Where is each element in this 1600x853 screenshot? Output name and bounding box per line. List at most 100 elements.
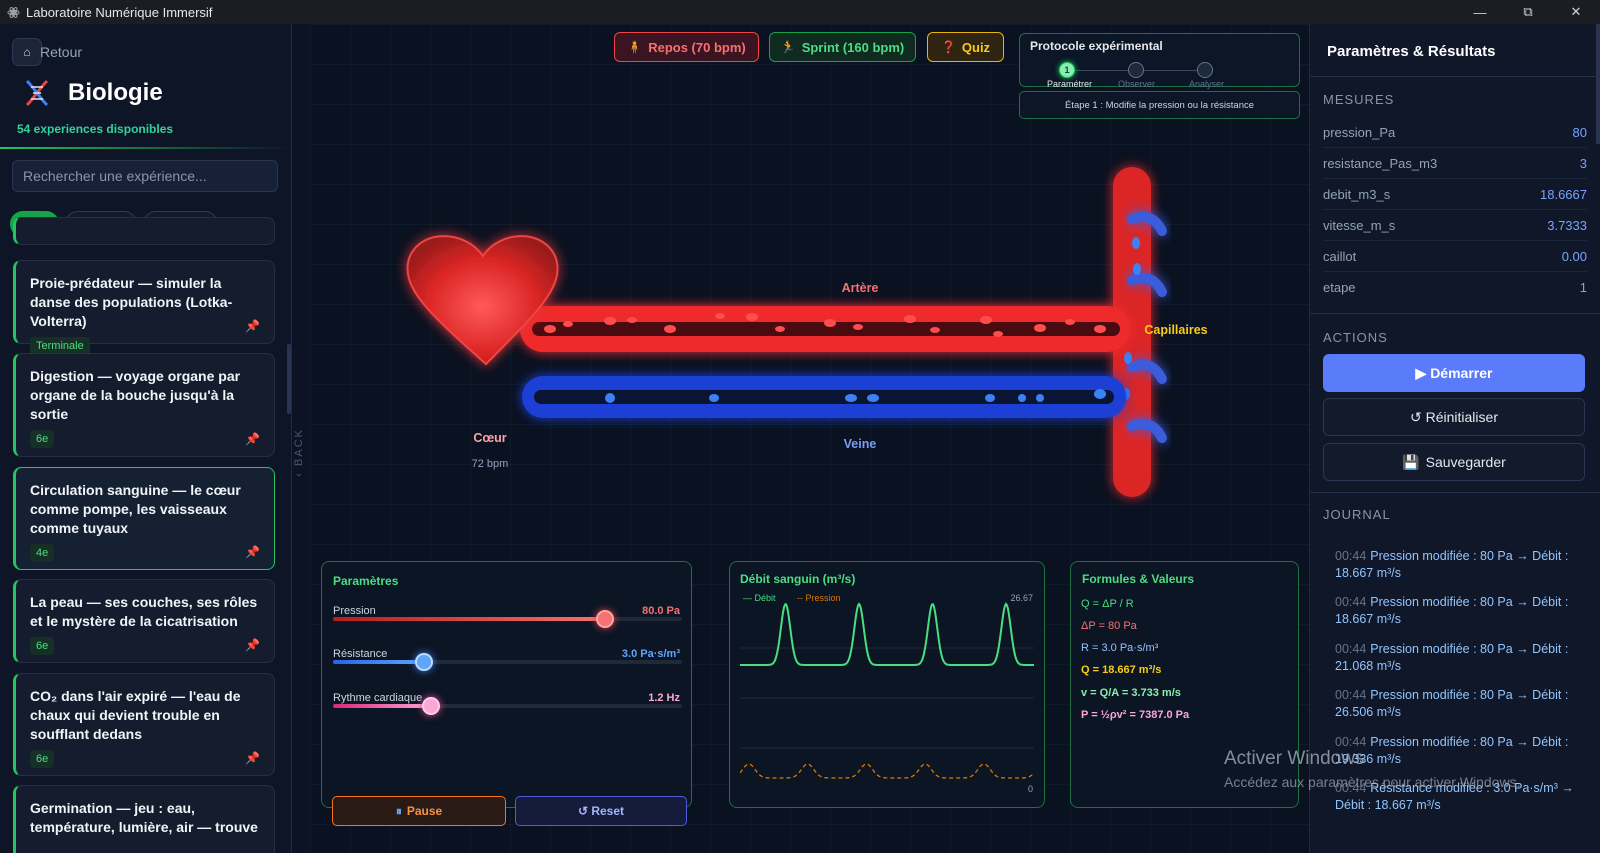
journal-entry: 00:44 Pression modifiée : 80 Pa → Débit :… xyxy=(1335,594,1575,628)
save-button[interactable]: 💾 Sauvegarder xyxy=(1323,443,1585,481)
scrollbar[interactable] xyxy=(287,344,291,414)
list-item[interactable] xyxy=(13,217,275,245)
rhythm-value: 1.2 Hz xyxy=(648,692,680,704)
rhythm-handle[interactable] xyxy=(421,697,440,715)
pressure-handle[interactable] xyxy=(596,610,615,628)
pressure-slider[interactable] xyxy=(333,610,682,628)
measure-row: debit_m3_s 18.6667 xyxy=(1323,179,1587,210)
window-title: Laboratoire Numérique Immersif xyxy=(26,4,213,20)
experiment-title: Digestion — voyage organe par organe de … xyxy=(30,368,241,422)
sidebar: ⌂ Retour Biologie 54 experiences disponi… xyxy=(0,24,292,853)
reset-button[interactable]: ↺ Reset xyxy=(515,796,687,826)
pin-icon[interactable]: 📌 xyxy=(245,751,260,765)
experiment-title: Germination — jeu : eau, température, lu… xyxy=(30,800,258,835)
step-1-dot[interactable]: 1 xyxy=(1059,62,1075,78)
quiz-label: Quiz xyxy=(961,39,991,55)
rest-mode-button[interactable]: 🧍 Repos (70 bpm) xyxy=(614,32,759,62)
formula-line: R = 3.0 Pa·s/m³ xyxy=(1081,642,1159,654)
reinitialize-button[interactable]: ↺ Réinitialiser xyxy=(1323,398,1585,436)
step-1-label: Paramétrer xyxy=(1047,79,1093,89)
maximize-button[interactable]: ⧉ xyxy=(1504,0,1552,24)
formula-line: Q = ΔP / R xyxy=(1081,598,1134,610)
pressure-label: Pression xyxy=(333,605,376,617)
experiment-title: Proie-prédateur — simuler la danse des p… xyxy=(30,275,233,329)
close-button[interactable]: ✕ xyxy=(1552,0,1600,24)
collapse-sidebar-tab[interactable]: ‹ BACK xyxy=(292,24,310,853)
formula-line: P = ½ρv² = 7387.0 Pa xyxy=(1081,709,1190,721)
divider xyxy=(1310,313,1600,314)
pressure-fill xyxy=(333,617,606,621)
pin-icon[interactable]: 📌 xyxy=(245,319,260,333)
list-item-selected[interactable]: Circulation sanguine — le cœur comme pom… xyxy=(13,467,275,570)
resistance-slider[interactable] xyxy=(333,653,682,671)
list-item[interactable]: Digestion — voyage organe par organe de … xyxy=(13,353,275,457)
step-3-dot[interactable] xyxy=(1197,62,1213,78)
journal-text: Pression modifiée : 80 Pa → Débit : 21.0… xyxy=(1335,642,1569,673)
measures-header: MESURES xyxy=(1323,92,1395,107)
list-item[interactable]: CO₂ dans l'air expiré — l'eau de chaux q… xyxy=(13,673,275,776)
running-person-icon: 🏃 xyxy=(780,40,796,54)
formula-line: v = Q/A = 3.733 m/s xyxy=(1081,687,1181,699)
list-item[interactable]: Proie-prédateur — simuler la danse des p… xyxy=(13,260,275,355)
question-icon: ❓ xyxy=(940,40,956,54)
simulation-area: Artère Veine Capillaires Cœur 72 bpm 🧍 Re… xyxy=(310,24,1309,853)
rest-mode-label: Repos (70 bpm) xyxy=(648,39,746,55)
rhythm-fill xyxy=(333,704,431,708)
heart-label: Cœur xyxy=(473,431,506,445)
journal-text: Pression modifiée : 80 Pa → Débit : 19.3… xyxy=(1335,735,1569,766)
home-icon[interactable]: ⌂ xyxy=(12,38,42,66)
list-item[interactable]: Germination — jeu : eau, température, lu… xyxy=(13,785,275,853)
results-panel: Paramètres & Résultats MESURES pression_… xyxy=(1309,24,1600,853)
resistance-label: Résistance xyxy=(333,648,388,660)
measure-row: resistance_Pas_m3 3 xyxy=(1323,148,1587,179)
journal-entry: 00:44 Pression modifiée : 80 Pa → Débit :… xyxy=(1335,734,1575,768)
actions-header: ACTIONS xyxy=(1323,330,1388,345)
experiment-title: Circulation sanguine — le cœur comme pom… xyxy=(30,482,241,536)
start-button[interactable]: ▶ Démarrer xyxy=(1323,354,1585,392)
resistance-fill xyxy=(333,660,424,664)
back-link[interactable]: ⌂ Retour xyxy=(12,38,82,66)
formulas-panel: Formules & Valeurs Q = ΔP / R ΔP = 80 Pa… xyxy=(1070,561,1299,808)
journal-entry: 00:44 Pression modifiée : 80 Pa → Débit :… xyxy=(1335,641,1575,675)
floppy-disk-icon: 💾 xyxy=(1402,453,1420,470)
back-label[interactable]: Retour xyxy=(40,44,82,60)
list-item[interactable]: La peau — ses couches, ses rôles et le m… xyxy=(13,579,275,663)
journal-time: 00:44 xyxy=(1335,735,1367,749)
parameters-title: Paramètres xyxy=(333,574,399,588)
scrollbar[interactable] xyxy=(1596,24,1600,144)
save-label: Sauvegarder xyxy=(1425,454,1506,470)
measure-key: resistance_Pas_m3 xyxy=(1323,155,1438,171)
protocol-stepper: Protocole expérimental 1 Paramétrer Obse… xyxy=(1019,33,1300,89)
measure-row: vitesse_m_s 3.7333 xyxy=(1323,210,1587,241)
step-2-dot[interactable] xyxy=(1128,62,1144,78)
quiz-button[interactable]: ❓ Quiz xyxy=(927,32,1004,62)
app-icon xyxy=(6,5,20,19)
pin-icon[interactable]: 📌 xyxy=(245,545,260,559)
pause-label: Pause xyxy=(406,804,443,818)
pause-button[interactable]: ⏸ Pause xyxy=(332,796,506,826)
pin-icon[interactable]: 📌 xyxy=(245,432,260,446)
capillaries-label: Capillaires xyxy=(1144,323,1207,337)
measure-value: 1 xyxy=(1579,280,1587,295)
search-input[interactable] xyxy=(12,160,278,192)
rhythm-slider[interactable] xyxy=(333,697,682,715)
resistance-handle[interactable] xyxy=(414,653,433,671)
protocol-title: Protocole expérimental xyxy=(1030,39,1163,53)
step-2-label: Observer xyxy=(1118,79,1156,89)
formulas-title: Formules & Valeurs xyxy=(1082,572,1195,586)
vein xyxy=(522,376,1126,418)
level-badge: 6e xyxy=(30,750,55,768)
experiment-title: La peau — ses couches, ses rôles et le m… xyxy=(30,594,258,629)
minimize-button[interactable]: — xyxy=(1456,0,1504,24)
journal-entry: 00:44 Pression modifiée : 80 Pa → Débit :… xyxy=(1335,548,1575,582)
back-tab-label[interactable]: ‹ BACK xyxy=(293,428,305,477)
resistance-value: 3.0 Pa·s/m³ xyxy=(621,648,680,660)
sprint-mode-button[interactable]: 🏃 Sprint (160 bpm) xyxy=(769,32,916,62)
pin-icon[interactable]: 📌 xyxy=(245,638,260,652)
measure-key: debit_m3_s xyxy=(1323,186,1391,202)
journal-time: 00:44 xyxy=(1335,688,1367,702)
measure-key: etape xyxy=(1323,280,1356,295)
divider xyxy=(0,147,291,149)
journal-header: JOURNAL xyxy=(1323,507,1391,522)
measure-value: 0.00 xyxy=(1561,248,1587,264)
